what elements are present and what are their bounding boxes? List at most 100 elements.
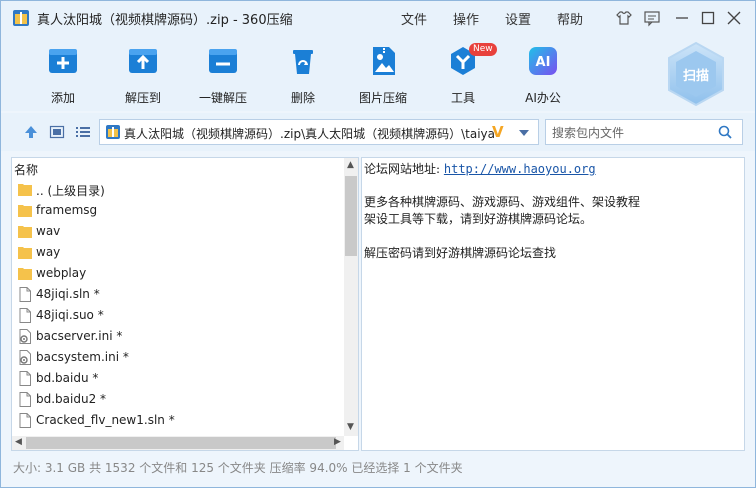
- verified-v-icon: V: [492, 123, 504, 141]
- scroll-up-icon[interactable]: ▲: [347, 160, 354, 170]
- folder-icon: [18, 184, 32, 196]
- file-list: .. (上级目录) framemsg wav way webplay 48jiq…: [12, 179, 342, 431]
- file-name: .. (上级目录): [36, 184, 105, 198]
- list-item[interactable]: bacsystem.ini *: [12, 347, 342, 368]
- file-name: 48jiqi.sln *: [36, 287, 100, 301]
- column-header-name[interactable]: 名称: [14, 161, 38, 178]
- delete-label: 删除: [290, 91, 315, 105]
- file-name: wav: [36, 224, 61, 238]
- skin-shirt-icon[interactable]: [615, 9, 633, 27]
- scan-label: 扫描: [682, 69, 709, 84]
- close-icon[interactable]: [725, 9, 743, 27]
- list-item[interactable]: way: [12, 242, 342, 263]
- path-field[interactable]: 真人汰阳城（视频棋牌源码）.zip\真人太阳城（视频棋牌源码）\taiya V: [99, 119, 539, 145]
- comment-line-2: 架设工具等下载，请到好游棋牌源码论坛。: [364, 212, 593, 226]
- file-list-pane: 名称 .. (上级目录) framemsg wav way webplay 48…: [11, 157, 359, 451]
- comment-pane: 论坛网站地址: http://www.haoyou.org 更多各种棋牌源码、游…: [361, 157, 745, 451]
- up-arrow-icon[interactable]: [23, 125, 39, 139]
- ai-icon-text: AI: [536, 55, 551, 70]
- document-icon: [19, 413, 31, 428]
- horizontal-scrollbar[interactable]: ◀ ▶: [12, 436, 344, 450]
- add-label: 添加: [50, 91, 75, 105]
- extract-to-label: 解压到: [124, 91, 161, 105]
- forum-url-line: 论坛网站地址: http://www.haoyou.org: [364, 160, 596, 177]
- one-click-extract-button[interactable]: 一键解压: [188, 33, 258, 111]
- list-item[interactable]: bd.baidu *: [12, 368, 342, 389]
- file-name: 48jiqi.suo *: [36, 308, 104, 322]
- folder-icon: [18, 268, 32, 280]
- ai-office-button[interactable]: AI AI办公: [508, 33, 578, 111]
- scroll-right-icon[interactable]: ▶: [334, 437, 341, 447]
- image-compress-icon: [373, 47, 395, 75]
- tools-button[interactable]: New 工具: [428, 33, 498, 111]
- thumbnail-view-icon[interactable]: [49, 125, 65, 139]
- file-name: framemsg: [36, 203, 98, 217]
- config-file-icon: [19, 350, 31, 365]
- list-item[interactable]: bacserver.ini *: [12, 326, 342, 347]
- folder-icon: [18, 247, 32, 259]
- file-name: bd.baidu2 *: [36, 392, 107, 406]
- vertical-scrollbar[interactable]: ▲ ▼: [344, 158, 358, 436]
- forum-url-link[interactable]: http://www.haoyou.org: [444, 162, 596, 176]
- folder-icon: [18, 226, 32, 238]
- main-toolbar: 添加 解压到 一键解压 删除 图片压缩 New 工具 AI AI办公 扫描: [1, 33, 755, 111]
- minimize-icon[interactable]: [673, 9, 691, 27]
- list-view-icon[interactable]: [75, 125, 91, 139]
- one-click-extract-icon: [209, 49, 237, 73]
- search-input[interactable]: [546, 120, 714, 146]
- feedback-message-icon[interactable]: [643, 9, 661, 27]
- tools-label: 工具: [450, 91, 475, 105]
- list-item[interactable]: Cracked_flv_new1.sln *: [12, 410, 342, 431]
- document-icon: [19, 392, 31, 407]
- search-icon[interactable]: [718, 125, 732, 139]
- file-name: bacserver.ini *: [36, 329, 123, 343]
- recycle-bin-icon: [293, 50, 313, 74]
- app-window: 真人汰阳城（视频棋牌源码）.zip - 360压缩 文件 操作 设置 帮助 添加…: [0, 0, 756, 488]
- image-compress-button[interactable]: 图片压缩: [348, 33, 418, 111]
- add-icon: [49, 49, 77, 73]
- archive-icon: [106, 125, 120, 139]
- config-file-icon: [19, 329, 31, 344]
- vertical-scroll-thumb[interactable]: [345, 176, 357, 256]
- add-button[interactable]: 添加: [28, 33, 98, 111]
- list-item[interactable]: 48jiqi.suo *: [12, 305, 342, 326]
- address-bar: 真人汰阳城（视频棋牌源码）.zip\真人太阳城（视频棋牌源码）\taiya V: [1, 113, 755, 151]
- path-dropdown-icon[interactable]: [518, 129, 530, 137]
- scroll-down-icon[interactable]: ▼: [347, 422, 354, 432]
- horizontal-scroll-thumb[interactable]: [26, 437, 336, 449]
- list-item[interactable]: wav: [12, 221, 342, 242]
- window-title: 真人汰阳城（视频棋牌源码）.zip - 360压缩: [37, 13, 293, 28]
- delete-button[interactable]: 删除: [268, 33, 338, 111]
- list-item[interactable]: webplay: [12, 263, 342, 284]
- title-bar: 真人汰阳城（视频棋牌源码）.zip - 360压缩 文件 操作 设置 帮助: [1, 1, 755, 33]
- document-icon: [19, 371, 31, 386]
- extract-to-icon: [129, 49, 157, 73]
- new-badge: New: [469, 43, 497, 56]
- maximize-icon[interactable]: [699, 9, 717, 27]
- one-click-extract-label: 一键解压: [198, 91, 247, 105]
- folder-icon: [18, 205, 32, 217]
- file-name: webplay: [36, 266, 87, 280]
- menu-operate[interactable]: 操作: [453, 9, 479, 28]
- file-name: bd.baidu *: [36, 371, 99, 385]
- menu-file[interactable]: 文件: [401, 9, 427, 28]
- file-name: Cracked_flv_new1.sln *: [36, 413, 175, 427]
- comment-line-1: 更多各种棋牌源码、游戏源码、游戏组件、架设教程: [364, 195, 641, 209]
- list-item[interactable]: 48jiqi.sln *: [12, 284, 342, 305]
- ai-office-label: AI办公: [525, 91, 561, 105]
- file-name: way: [36, 245, 61, 259]
- archive-app-icon: [13, 10, 29, 26]
- list-item[interactable]: framemsg: [12, 200, 342, 221]
- list-item[interactable]: bd.baidu2 *: [12, 389, 342, 410]
- menu-settings[interactable]: 设置: [505, 9, 531, 28]
- list-item[interactable]: .. (上级目录): [12, 179, 342, 200]
- scan-button[interactable]: 扫描: [665, 41, 727, 107]
- status-text: 大小: 3.1 GB 共 1532 个文件和 125 个文件夹 压缩率 94.0…: [13, 461, 463, 475]
- extract-to-button[interactable]: 解压到: [108, 33, 178, 111]
- path-text: 真人汰阳城（视频棋牌源码）.zip\真人太阳城（视频棋牌源码）\taiya: [124, 127, 496, 141]
- status-bar: 大小: 3.1 GB 共 1532 个文件和 125 个文件夹 压缩率 94.0…: [1, 457, 755, 487]
- comment-line-3: 解压密码请到好游棋牌源码论坛查找: [364, 246, 557, 260]
- menu-help[interactable]: 帮助: [557, 9, 583, 28]
- scroll-left-icon[interactable]: ◀: [15, 437, 22, 447]
- search-box: [545, 119, 743, 146]
